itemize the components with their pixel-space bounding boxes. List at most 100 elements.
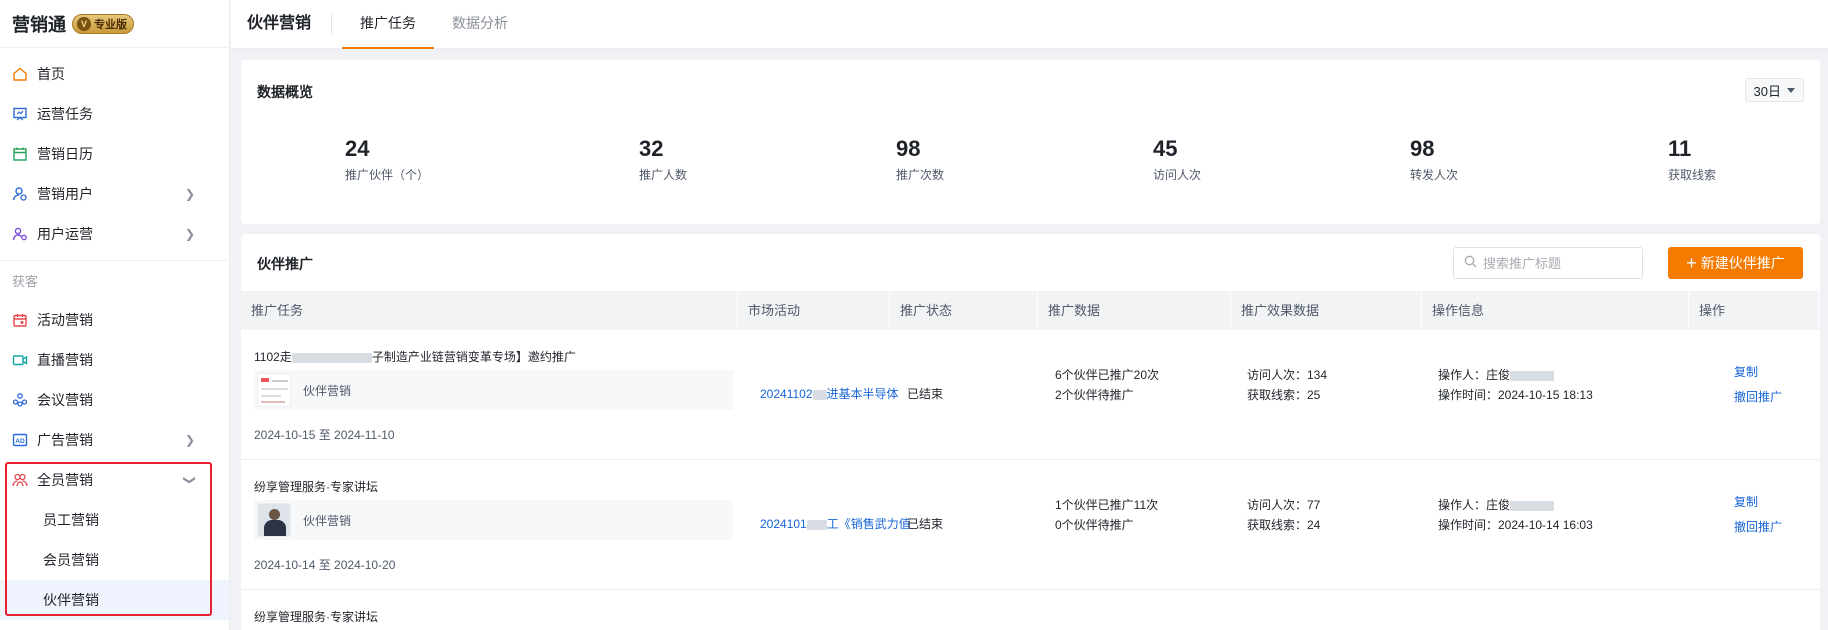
copy-button[interactable]: 复制	[1734, 363, 1758, 380]
pro-edition-badge: V 专业版	[72, 13, 134, 34]
promo-data-line: 1个伙伴已推广11次	[1055, 498, 1159, 512]
sidebar-item-home[interactable]: 首页	[0, 54, 229, 94]
caret-down-icon	[1787, 87, 1795, 93]
withdraw-promotion-button[interactable]: 撤回推广	[1734, 518, 1782, 535]
stat-label: 推广伙伴（个）	[345, 168, 430, 182]
tab-data-analysis[interactable]: 数据分析	[434, 0, 526, 49]
range-select[interactable]: 30日	[1744, 78, 1804, 102]
promotion-data: 6个伙伴已推广20次 2个伙伴待推广	[1055, 365, 1159, 405]
masked-text	[1510, 370, 1555, 381]
search-box[interactable]	[1453, 247, 1643, 279]
column-header: 市场活动	[738, 291, 890, 330]
sidebar-item-label: 营销日历	[37, 146, 93, 162]
date-range: 2024-10-14 至 2024-10-20	[254, 558, 396, 572]
stat-label: 转发人次	[1410, 168, 1459, 182]
column-header: 推广状态	[890, 291, 1038, 330]
sidebar: 营销通 V 专业版 首页 运营任务 营销日历 营销用户 ❯ 用户运营 ❯ 获客	[0, 0, 230, 630]
effect-data-line: 获取线索：24	[1247, 518, 1321, 532]
stat-value: 45	[1153, 136, 1178, 161]
effect-data-line: 访问人次：77	[1247, 498, 1321, 512]
sidebar-item-activity-marketing[interactable]: 活动营销	[0, 300, 229, 340]
sidebar-item-live-marketing[interactable]: 直播营销	[0, 340, 229, 380]
live-icon	[12, 352, 28, 368]
search-input[interactable]	[1483, 255, 1633, 271]
operation-info: 操作人：庄俊 操作时间：2024-10-14 16:03	[1438, 495, 1593, 535]
table-row: 纷享管理服务·专家讲坛	[241, 590, 1820, 630]
sidebar-item-marketing-calendar[interactable]: 营销日历	[0, 134, 229, 174]
promo-data-line: 2个伙伴待推广	[1055, 388, 1134, 402]
tab-promotion-tasks[interactable]: 推广任务	[342, 0, 435, 49]
activity-icon	[12, 312, 28, 328]
column-header: 推广效果数据	[1231, 291, 1422, 330]
withdraw-promotion-button[interactable]: 撤回推广	[1734, 388, 1782, 405]
sidebar-item-ad-marketing[interactable]: AD 广告营销 ❯	[0, 420, 229, 460]
thumbnail-label: 伙伴营销	[303, 383, 352, 398]
promotion-data: 1个伙伴已推广11次 0个伙伴待推广	[1055, 495, 1158, 535]
range-value: 30日	[1753, 83, 1781, 99]
task-thumbnail-box: 伙伴营销	[254, 500, 733, 540]
section-label-acquisition: 获客	[0, 260, 229, 300]
campaign-link[interactable]: 20241102 进基本半导体	[760, 385, 899, 402]
column-header: 操作信息	[1422, 291, 1689, 330]
partner-promotion-title: 伙伴推广	[257, 256, 313, 272]
top-bar: 伙伴营销 推广任务 数据分析	[231, 0, 1828, 49]
chevron-right-icon: ❯	[184, 433, 195, 447]
poster-thumbnail	[257, 373, 291, 407]
sidebar-item-label: 营销用户	[37, 186, 93, 202]
task-title-part: 1102走	[254, 350, 292, 364]
vip-icon: V	[77, 16, 91, 31]
home-icon	[12, 66, 28, 82]
sidebar-item-operation-tasks[interactable]: 运营任务	[0, 94, 229, 134]
task-title-part: 纷享管理服务·专家讲坛	[254, 610, 378, 624]
new-partner-promotion-button[interactable]: + 新建伙伴推广	[1668, 247, 1803, 279]
ad-icon: AD	[12, 432, 28, 448]
copy-button[interactable]: 复制	[1734, 493, 1758, 510]
stat-label: 推广次数	[896, 168, 945, 182]
promotion-status: 已结束	[907, 387, 944, 401]
campaign-text: 工《销售武力值	[826, 517, 911, 531]
date-range: 2024-10-15 至 2024-11-10	[254, 428, 395, 442]
stat-label: 推广人数	[639, 168, 688, 182]
data-overview-card: 数据概览 30日 24 推广伙伴（个） 32 推广人数 98 推广次数 45 访…	[241, 60, 1820, 224]
stat-value: 24	[345, 136, 370, 161]
sidebar-item-user-operation[interactable]: 用户运营 ❯	[0, 214, 229, 254]
masked-text	[291, 352, 372, 363]
campaign-text: 2024101	[760, 517, 807, 531]
campaign-text: 进基本半导体	[826, 387, 899, 401]
promo-data-line: 0个伙伴待推广	[1055, 518, 1134, 532]
sidebar-item-label: 广告营销	[37, 432, 93, 448]
masked-text	[1510, 500, 1555, 511]
search-icon	[1464, 255, 1477, 271]
overview-title: 数据概览	[257, 84, 313, 100]
operation-time: 操作时间：2024-10-15 18:13	[1438, 388, 1593, 402]
effect-data: 访问人次：77 获取线索：24	[1247, 495, 1320, 535]
sidebar-item-label: 运营任务	[37, 106, 93, 122]
table-header: 推广任务 市场活动 推广状态 推广数据 推广效果数据 操作信息 操作	[241, 291, 1820, 330]
operation-info: 操作人：庄俊 操作时间：2024-10-15 18:13	[1438, 365, 1593, 405]
stat-label: 访问人次	[1153, 168, 1202, 182]
stat-label: 获取线索	[1668, 168, 1717, 182]
stat-shares: 98 转发人次	[1410, 136, 1458, 183]
users-gear-icon	[12, 226, 28, 242]
stat-value: 11	[1668, 136, 1692, 161]
campaign-link[interactable]: 2024101 工《销售武力值	[760, 515, 911, 532]
brand-bar: 营销通 V 专业版	[0, 0, 229, 48]
sidebar-item-meeting-marketing[interactable]: 会议营销	[0, 380, 229, 420]
effect-data: 访问人次：134 获取线索：25	[1247, 365, 1327, 405]
operator: 操作人：庄俊	[1438, 498, 1511, 512]
user-target-icon	[12, 186, 28, 202]
masked-text	[812, 389, 827, 400]
chevron-right-icon: ❯	[184, 187, 195, 201]
operation-time: 操作时间：2024-10-14 16:03	[1438, 518, 1593, 532]
task-thumbnail-box: 伙伴营销	[254, 370, 733, 410]
app-name: 营销通	[12, 14, 66, 35]
chevron-right-icon: ❯	[184, 227, 195, 241]
sidebar-item-marketing-users[interactable]: 营销用户 ❯	[0, 174, 229, 214]
stat-leads: 11 获取线索	[1668, 136, 1716, 183]
stat-promotions: 98 推广次数	[896, 136, 944, 183]
task-title-part: 纷享管理服务·专家讲坛	[254, 480, 378, 494]
sidebar-item-label: 直播营销	[37, 352, 93, 368]
effect-data-line: 获取线索：25	[1247, 388, 1321, 402]
task-board-icon	[12, 106, 28, 122]
column-header: 推广数据	[1038, 291, 1231, 330]
